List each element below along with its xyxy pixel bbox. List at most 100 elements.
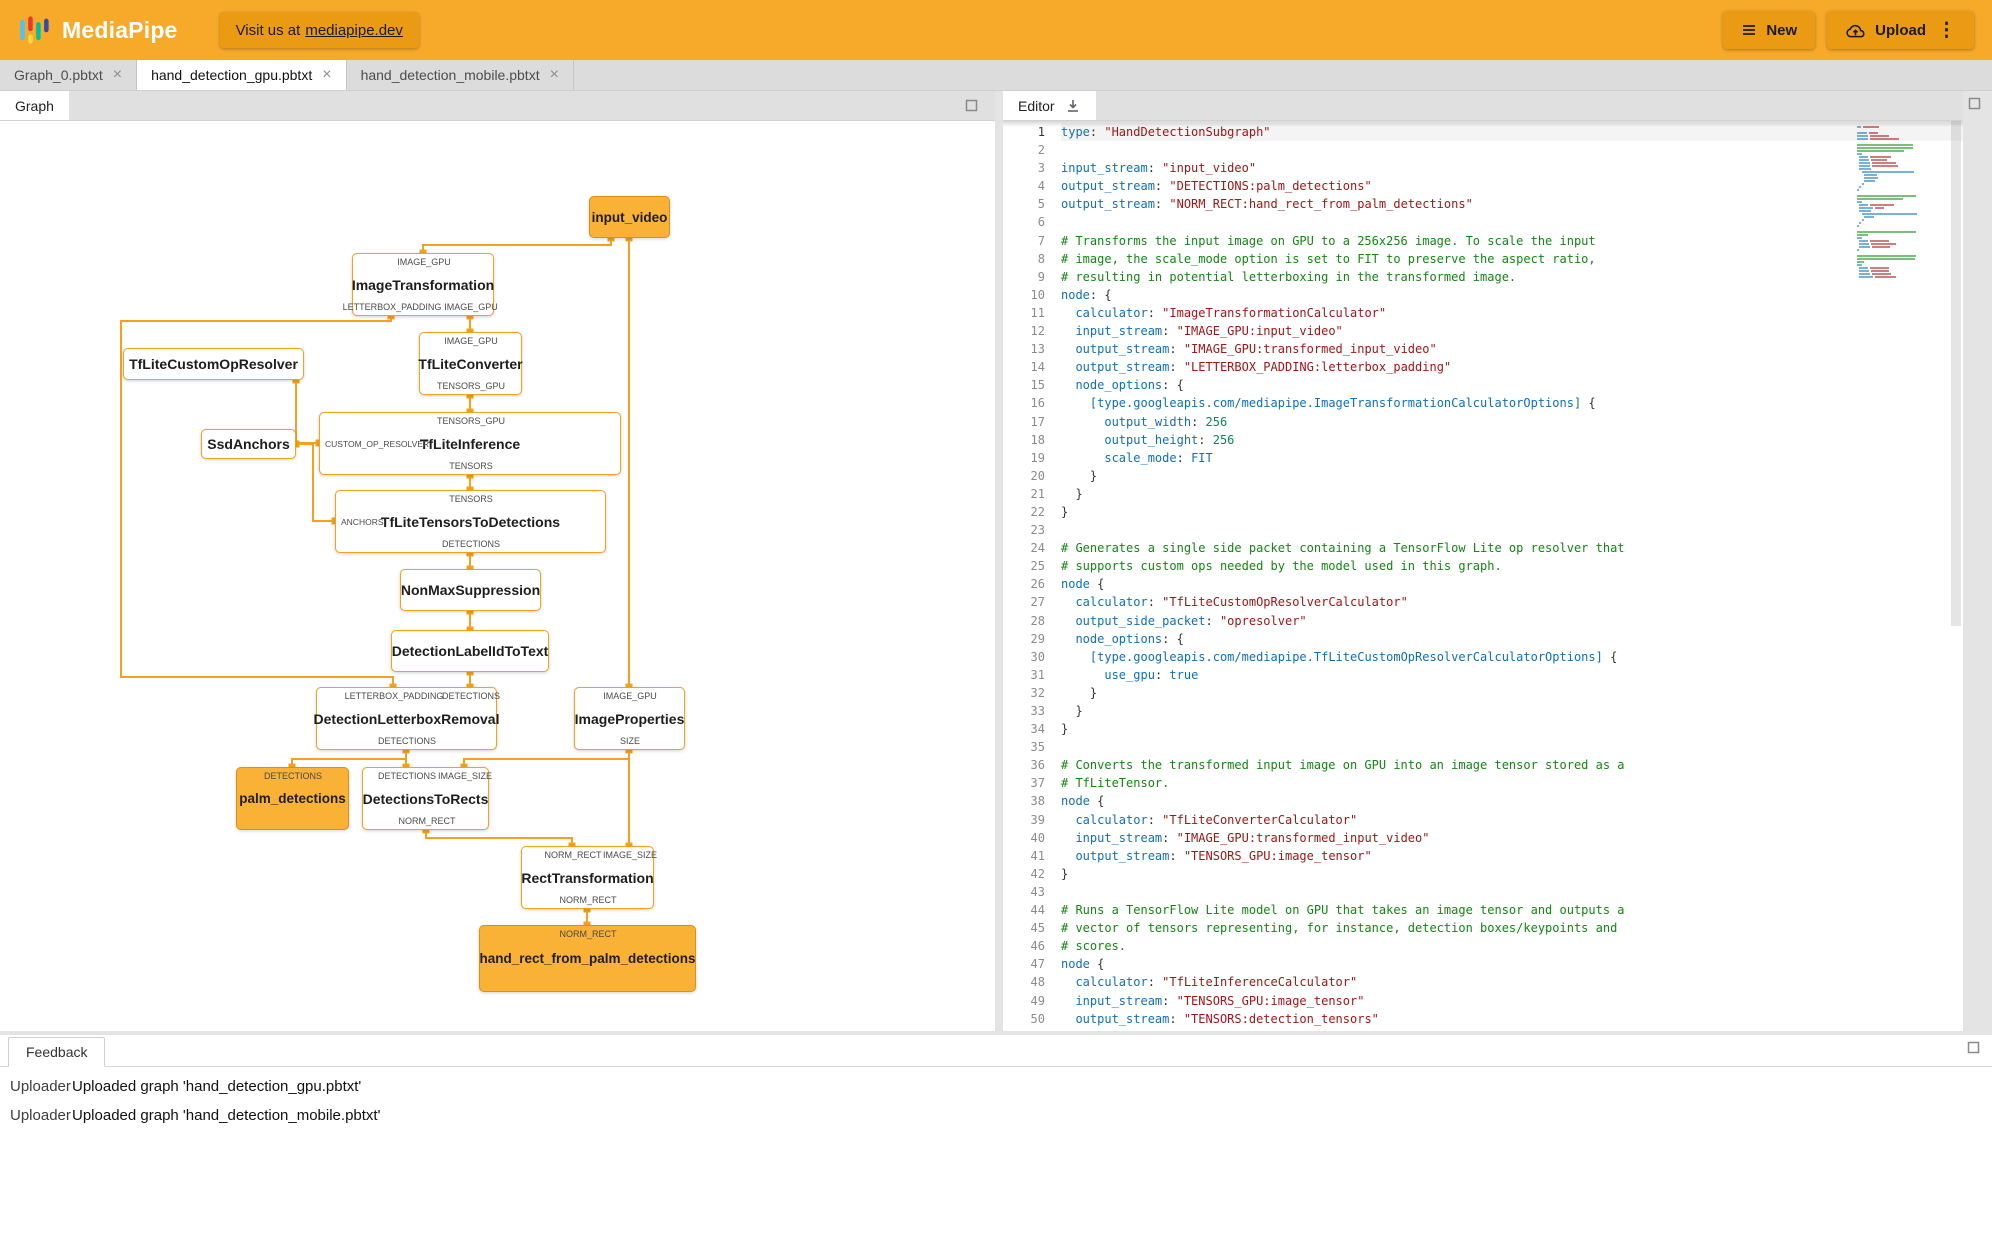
graph-node-ImageProperties[interactable]: ImageProperties IMAGE_GPU SIZE xyxy=(574,687,685,750)
port-label: NORM_RECT xyxy=(544,850,602,860)
node-label: TfLiteTensorsToDetections xyxy=(380,513,561,530)
code-line: node { xyxy=(1061,794,1105,809)
line-number: 14 xyxy=(1030,360,1045,375)
code-line: # vector of tensors representing, for in… xyxy=(1061,921,1618,936)
line-number: 15 xyxy=(1030,378,1045,393)
port-label: LETTERBOX_PADDING xyxy=(344,691,444,701)
line-number: 26 xyxy=(1030,577,1045,592)
line-number: 16 xyxy=(1030,396,1045,411)
code-line: # Transforms the input image on GPU to a… xyxy=(1061,233,1596,248)
line-number: 7 xyxy=(1037,233,1045,248)
code-line: output_stream: "IMAGE_GPU:transformed_in… xyxy=(1075,342,1437,357)
line-number: 31 xyxy=(1030,667,1045,682)
kebab-menu-icon[interactable]: ⋮ xyxy=(1937,19,1956,42)
code-line: input_stream: "IMAGE_GPU:transformed_inp… xyxy=(1075,830,1430,845)
close-icon[interactable]: × xyxy=(113,67,122,83)
line-number: 9 xyxy=(1037,269,1045,284)
graph-node-TfLiteInference[interactable]: TfLiteInference TENSORS_GPU CUSTOM_OP_RESO… xyxy=(319,412,621,475)
line-number: 5 xyxy=(1037,197,1045,212)
code-line: input_side_packet: "CUSTOM_OP_RESOLVER:o… xyxy=(1061,1028,1963,1031)
visit-link[interactable]: mediapipe.dev xyxy=(305,22,403,39)
graph-node-DetectionLabelIdToText[interactable]: DetectionLabelIdToText xyxy=(391,630,549,672)
upload-button[interactable]: Upload ⋮ xyxy=(1827,11,1974,49)
graph-node-RectTransformation[interactable]: RectTransformation NORM_RECT IMAGE_SIZE NOR… xyxy=(521,846,657,909)
popout-icon[interactable] xyxy=(965,99,978,112)
close-icon[interactable]: × xyxy=(550,67,559,83)
line-number: 10 xyxy=(1030,287,1045,302)
editor-scrollbar[interactable] xyxy=(1949,121,1963,1031)
code-editor[interactable]: 1 2 3 4 5 6 7 8 9 10 11 12 13 14 15 16 17 18 19 20 21 22 23 24 2… xyxy=(1003,121,1963,1031)
code-line: } xyxy=(1061,504,1069,519)
doc-tab-Graph_0-pbtxt[interactable]: Graph_0.pbtxt × xyxy=(0,60,138,90)
tab-feedback[interactable]: Feedback xyxy=(8,1037,106,1067)
code-line: # Runs a TensorFlow Lite model on GPU th… xyxy=(1061,903,1625,918)
code-line: input_stream: "input_video" xyxy=(1061,161,1257,176)
line-number: 24 xyxy=(1030,541,1045,556)
tab-feedback-label: Feedback xyxy=(26,1044,88,1060)
port-label: IMAGE_GPU xyxy=(397,257,451,267)
graph-canvas[interactable]: input_video ImageTransformation IMAGE_GPU L… xyxy=(0,121,995,1031)
port-label: IMAGE_GPU xyxy=(444,302,498,312)
code-line: output_stream: "TENSORS_GPU:image_tensor… xyxy=(1075,848,1372,863)
port-label: IMAGE_SIZE xyxy=(437,771,493,781)
node-label: TfLiteConverter xyxy=(418,355,523,372)
line-number: 43 xyxy=(1030,884,1045,899)
visit-badge[interactable]: Visit us at mediapipe.dev xyxy=(219,12,419,48)
code-line: # Generates a single side packet contain… xyxy=(1061,541,1625,556)
line-number: 25 xyxy=(1030,559,1045,574)
tab-graph[interactable]: Graph xyxy=(0,91,69,120)
app-title: MediaPipe xyxy=(62,16,178,43)
download-icon[interactable] xyxy=(1065,98,1081,114)
code-line: calculator: "TfLiteInferenceCalculator" xyxy=(1075,975,1358,990)
cloud-upload-icon xyxy=(1845,22,1866,39)
feedback-source: Uploader xyxy=(10,1078,71,1095)
node-label: TfLiteCustomOpResolver xyxy=(129,356,298,372)
editor-code[interactable]: type: "HandDetectionSubgraph" input_strea… xyxy=(1045,121,1963,1031)
line-number: 20 xyxy=(1030,468,1045,483)
graph-node-DetectionLetterboxRemoval[interactable]: DetectionLetterboxRemoval LETTERBOX_PADDI… xyxy=(314,687,501,750)
close-icon[interactable]: × xyxy=(322,67,331,83)
graph-node-TfLiteTensorsToDetections[interactable]: TfLiteTensorsToDetections TENSORS ANCHORS D… xyxy=(335,490,606,553)
line-number: 11 xyxy=(1030,305,1045,320)
graph-node-DetectionsToRects[interactable]: DetectionsToRects DETECTIONS IMAGE_SIZE NOR… xyxy=(362,767,493,830)
line-number: 4 xyxy=(1037,179,1045,194)
doc-tab-hand_detection_gpu-pbtxt[interactable]: hand_detection_gpu.pbtxt × xyxy=(137,60,347,90)
editor-minimap[interactable] xyxy=(1857,126,1944,279)
port-label: SIZE xyxy=(619,736,641,746)
graph-node-NonMaxSuppression[interactable]: NonMaxSuppression xyxy=(400,569,541,611)
doc-tab-hand_detection_mobile-pbtxt[interactable]: hand_detection_mobile.pbtxt × xyxy=(346,60,574,90)
popout-icon[interactable] xyxy=(1968,97,1981,110)
feedback-source: Uploader xyxy=(10,1107,71,1124)
line-number: 21 xyxy=(1030,486,1045,501)
line-number: 48 xyxy=(1030,975,1045,990)
graph-node-palm_detections[interactable]: palm_detections DETECTIONS xyxy=(236,767,349,830)
graph-node-TfLiteConverter[interactable]: TfLiteConverter IMAGE_GPU TENSORS_GPU xyxy=(418,332,523,395)
node-label: RectTransformation xyxy=(521,869,654,886)
line-number: 49 xyxy=(1030,993,1045,1008)
line-number: 27 xyxy=(1030,595,1045,610)
graph-node-TfLiteCustomOpResolver[interactable]: TfLiteCustomOpResolver xyxy=(123,348,304,380)
line-number: 50 xyxy=(1030,1011,1045,1026)
code-line: [type.googleapis.com/mediapipe.TfLiteCus… xyxy=(1089,649,1618,664)
popout-icon[interactable] xyxy=(1967,1041,1980,1054)
new-button[interactable]: New xyxy=(1723,11,1816,49)
tab-graph-label: Graph xyxy=(15,97,54,114)
graph-node-hand_rect_from_palm_detections[interactable]: hand_rect_from_palm_detections NORM_RECT xyxy=(479,925,696,992)
graph-node-SsdAnchors[interactable]: SsdAnchors xyxy=(201,429,296,459)
graph-panel: Graph input_video ImageTransformation IMAG… xyxy=(0,91,995,1031)
code-line: # supports custom ops needed by the mode… xyxy=(1061,559,1502,574)
line-number: 41 xyxy=(1030,848,1045,863)
feedback-row: Uploader Uploaded graph 'hand_detection_g… xyxy=(0,1072,1992,1101)
editor-gutter: 1 2 3 4 5 6 7 8 9 10 11 12 13 14 15 16 17 18 19 20 21 22 23 24 2… xyxy=(1003,121,1045,1031)
port-label: NORM_RECT xyxy=(559,895,617,905)
graph-node-ImageTransformation[interactable]: ImageTransformation IMAGE_GPU LETTERBOX_PA… xyxy=(343,253,498,316)
node-label: DetectionsToRects xyxy=(362,790,489,807)
graph-node-input_video[interactable]: input_video xyxy=(589,196,670,238)
tab-editor[interactable]: Editor xyxy=(1003,91,1096,120)
line-number: 28 xyxy=(1030,613,1045,628)
scrollbar-thumb[interactable] xyxy=(1951,121,1961,626)
port-label: DETECTIONS xyxy=(441,691,501,701)
code-line: } xyxy=(1061,468,1098,483)
